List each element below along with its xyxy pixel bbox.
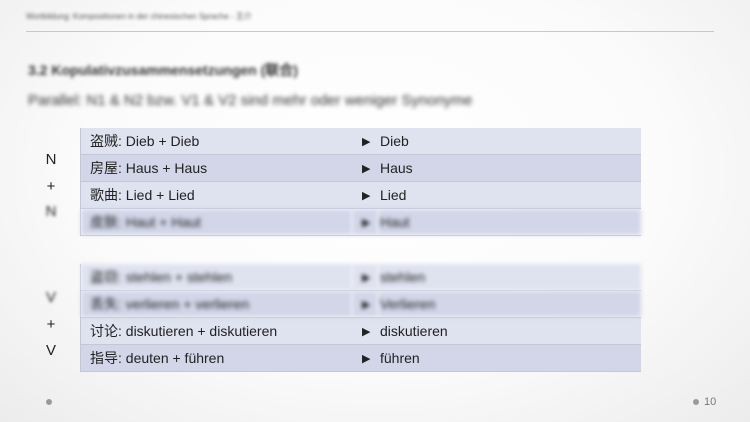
table-row: 歌曲: Lied + Lied ▶ Lied: [80, 181, 641, 209]
arrow-icon: ▶: [352, 208, 378, 236]
table-row: 盗窃: stehlen + stehlen ▶ stehlen: [80, 264, 641, 291]
compound-cell: 盗窃: stehlen + stehlen: [80, 264, 352, 291]
arrow-icon: ▶: [352, 317, 378, 345]
meaning-cell: Dieb: [378, 128, 641, 155]
compound-cell: 丢失: verlieren + verlieren: [80, 290, 352, 318]
noun-group-label: N + N: [41, 152, 61, 222]
compound-cell: 讨论: diskutieren + diskutieren: [80, 317, 352, 345]
noun-label-bottom: N: [45, 203, 57, 220]
arrow-icon: ▶: [352, 344, 378, 372]
running-header: Wortbildung: Kompositionen in der chines…: [26, 12, 252, 21]
noun-label-plus: +: [46, 178, 56, 195]
verb-label-bottom: V: [45, 342, 56, 359]
arrow-icon: ▶: [352, 264, 378, 291]
meaning-cell: Haus: [378, 154, 641, 182]
verb-compound-table: 盗窃: stehlen + stehlen ▶ stehlen 丢失: verl…: [80, 264, 641, 372]
compound-cell: 房屋: Haus + Haus: [80, 154, 352, 182]
meaning-cell: Verlieren: [378, 290, 641, 318]
meaning-cell: führen: [378, 344, 641, 372]
footer-dot-left: [46, 399, 52, 405]
section-subtitle: Parallel: N1 & N2 bzw. V1 & V2 sind mehr…: [28, 92, 473, 109]
meaning-cell: Lied: [378, 181, 641, 209]
noun-label-top: N: [45, 151, 57, 168]
table-row: 讨论: diskutieren + diskutieren ▶ diskutie…: [80, 317, 641, 345]
header-rule: [26, 31, 714, 32]
arrow-icon: ▶: [352, 154, 378, 182]
compound-cell: 盗贼: Dieb + Dieb: [80, 128, 352, 155]
meaning-cell: Haut: [378, 208, 641, 236]
arrow-icon: ▶: [352, 290, 378, 318]
meaning-cell: diskutieren: [378, 317, 641, 345]
footer-dot-right: [693, 399, 699, 405]
arrow-icon: ▶: [352, 181, 378, 209]
table-row: 房屋: Haus + Haus ▶ Haus: [80, 154, 641, 182]
slide: Wortbildung: Kompositionen in der chines…: [0, 0, 750, 422]
verb-label-top: V: [45, 289, 56, 306]
table-row: 皮肤: Haut + Haut ▶ Haut: [80, 208, 641, 236]
table-row: 盗贼: Dieb + Dieb ▶ Dieb: [80, 128, 641, 155]
table-row: 指导: deuten + führen ▶ führen: [80, 344, 641, 372]
noun-compound-table: 盗贼: Dieb + Dieb ▶ Dieb 房屋: Haus + Haus ▶…: [80, 128, 641, 236]
verb-label-plus: +: [46, 316, 56, 333]
arrow-icon: ▶: [352, 128, 378, 155]
compound-cell: 歌曲: Lied + Lied: [80, 181, 352, 209]
meaning-cell: stehlen: [378, 264, 641, 291]
verb-group-label: V + V: [41, 290, 61, 360]
page-number: 10: [704, 396, 717, 408]
section-title: 3.2 Kopulativzusammensetzungen (联合): [28, 62, 298, 78]
compound-cell: 指导: deuten + führen: [80, 344, 352, 372]
table-row: 丢失: verlieren + verlieren ▶ Verlieren: [80, 290, 641, 318]
compound-cell: 皮肤: Haut + Haut: [80, 208, 352, 236]
